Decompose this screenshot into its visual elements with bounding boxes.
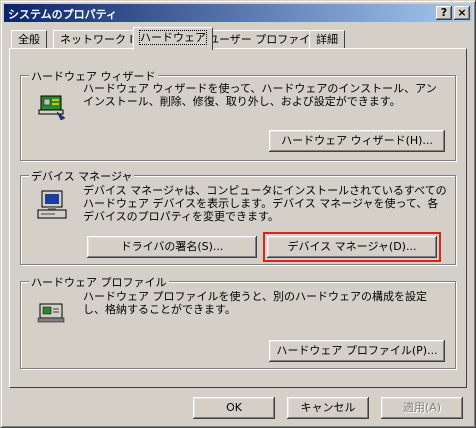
tab-panel-hardware: ハードウェア ウィザード ハードウェア ウィザードを使って、ハードウェアのインス… bbox=[9, 48, 467, 388]
hardware-wizard-description: ハードウェア ウィザードを使って、ハードウェアのインストール、アンインストール、… bbox=[83, 82, 437, 108]
driver-signing-button[interactable]: ドライバの署名(S)... bbox=[87, 236, 257, 258]
device-manager-legend: デバイス マネージャ bbox=[29, 168, 135, 184]
device-manager-highlight bbox=[263, 232, 441, 262]
window-title: システムのプロパティ bbox=[8, 8, 118, 21]
tab-hardware-label: ハードウェア bbox=[139, 30, 207, 45]
tab-hardware[interactable]: ハードウェア bbox=[133, 27, 213, 50]
hardware-profiles-group: ハードウェア プロファイル ハードウェア プロファイルを使うと、別のハードウェア… bbox=[20, 274, 456, 369]
tab-advanced[interactable]: 詳細 bbox=[309, 30, 345, 49]
hardware-profiles-button[interactable]: ハードウェア プロファイル(P)... bbox=[269, 340, 445, 362]
apply-button[interactable]: 適用(A) bbox=[381, 397, 463, 419]
system-properties-window: システムのプロパティ ? × 全般 ネットワーク ID ハードウェア ユーザー … bbox=[0, 0, 476, 428]
cancel-button[interactable]: キャンセル bbox=[287, 397, 369, 419]
hardware-profiles-legend: ハードウェア プロファイル bbox=[29, 274, 169, 290]
device-manager-description: デバイス マネージャは、コンピュータにインストールされているすべてのハードウェア… bbox=[83, 184, 447, 223]
ok-button[interactable]: OK bbox=[193, 397, 275, 419]
computer-icon bbox=[37, 190, 67, 219]
close-button[interactable]: × bbox=[454, 6, 470, 20]
device-manager-group: デバイス マネージャ デバイス マネージャは、コンピュータにインストールされてい… bbox=[20, 168, 456, 265]
tab-general[interactable]: 全般 bbox=[11, 30, 47, 49]
hardware-profiles-description: ハードウェア プロファイルを使うと、別のハードウェアの構成を設定し、格納すること… bbox=[83, 290, 428, 316]
help-button[interactable]: ? bbox=[436, 6, 452, 20]
title-bar[interactable]: システムのプロパティ ? × bbox=[4, 4, 472, 22]
hardware-profile-icon bbox=[37, 303, 65, 323]
hardware-wizard-group: ハードウェア ウィザード ハードウェア ウィザードを使って、ハードウェアのインス… bbox=[20, 68, 456, 161]
hardware-wizard-icon bbox=[38, 95, 66, 121]
hardware-wizard-button[interactable]: ハードウェア ウィザード(H)... bbox=[269, 130, 445, 152]
